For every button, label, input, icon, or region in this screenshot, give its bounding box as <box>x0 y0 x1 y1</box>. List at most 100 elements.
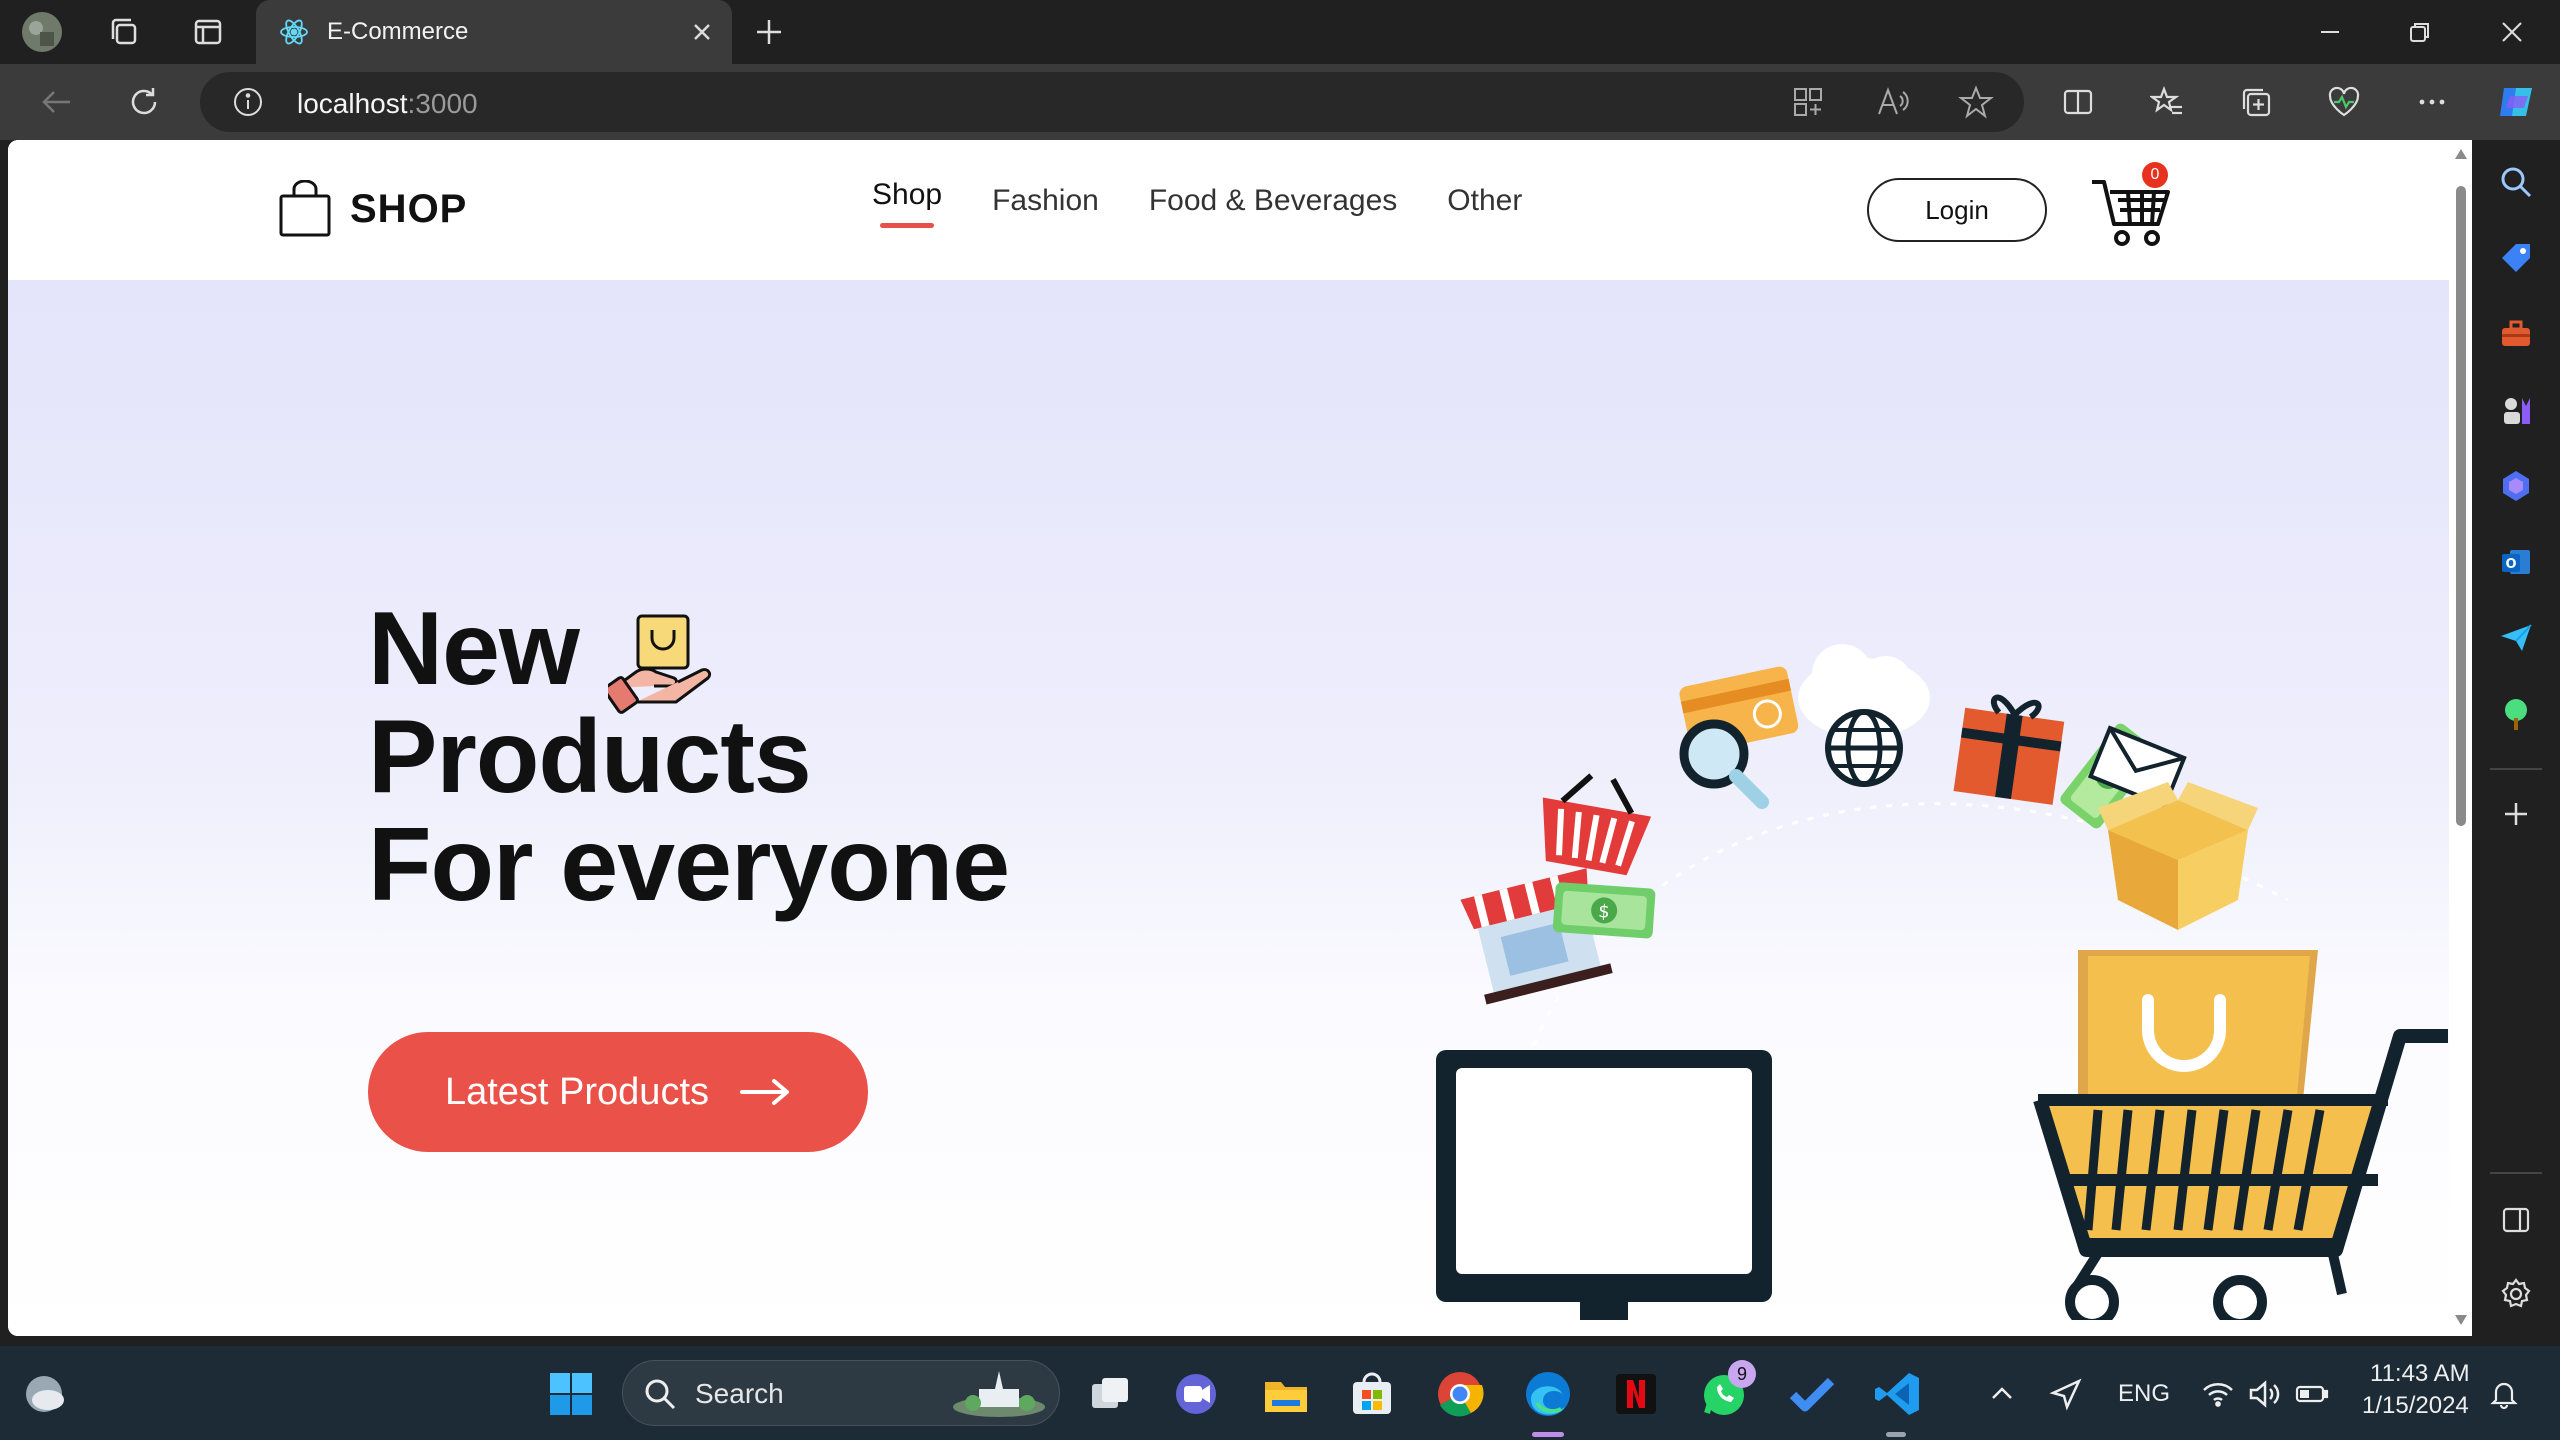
url-text[interactable]: localhost:3000 <box>297 88 478 120</box>
restore-icon[interactable] <box>2390 8 2450 56</box>
send-icon[interactable] <box>2492 614 2540 662</box>
windows-taskbar: Search 9 ENG 11:43 AM 1/15/2024 <box>0 1346 2560 1440</box>
settings-gear-icon[interactable] <box>2492 1270 2540 1318</box>
tab-actions-icon[interactable] <box>184 8 232 56</box>
tab-e-commerce[interactable]: E-Commerce <box>256 0 732 64</box>
todo-icon[interactable] <box>1784 1366 1840 1422</box>
shopping-cart-icon <box>2033 950 2448 1320</box>
latest-products-label: Latest Products <box>444 1070 710 1113</box>
sidebar-divider <box>2490 1172 2542 1174</box>
games-icon[interactable] <box>2492 386 2540 434</box>
ecommerce-illustration: $ <box>1408 640 2458 1320</box>
open-app-indicator <box>1886 1432 1906 1437</box>
scroll-down-icon[interactable] <box>2454 1314 2468 1326</box>
start-windows-icon[interactable] <box>543 1366 599 1422</box>
svg-text:O: O <box>2505 557 2516 572</box>
nav-shop[interactable]: Shop <box>872 178 942 228</box>
active-app-indicator <box>1532 1432 1564 1437</box>
microsoft-store-icon[interactable] <box>1344 1366 1400 1422</box>
monitor-icon <box>1436 1050 1772 1320</box>
gift-icon <box>1953 694 2065 805</box>
favorite-star-icon[interactable] <box>1958 84 1994 120</box>
chrome-icon[interactable] <box>1432 1366 1488 1422</box>
chevron-up-icon[interactable] <box>1974 1366 2030 1422</box>
tools-icon[interactable] <box>2492 310 2540 358</box>
basket-icon <box>1542 773 1652 876</box>
task-view-icon[interactable] <box>1082 1366 1138 1422</box>
workspaces-icon[interactable] <box>100 8 148 56</box>
address-bar[interactable]: localhost:3000 <box>200 72 2024 132</box>
profile-avatar[interactable] <box>18 8 66 56</box>
add-icon[interactable] <box>2492 790 2540 838</box>
more-options-icon[interactable] <box>2408 78 2456 126</box>
search-icon <box>643 1377 677 1411</box>
clock-date[interactable]: 1/15/2024 <box>2362 1392 2469 1420</box>
main-nav: Shop Fashion Food & Beverages Other <box>872 178 1572 228</box>
logo-text: SHOP <box>350 186 468 231</box>
page-viewport: SHOP Shop Fashion Food & Beverages Other… <box>8 140 2472 1336</box>
page-scrollbar[interactable] <box>2449 140 2472 1336</box>
shopping-tag-icon[interactable] <box>2492 234 2540 282</box>
site-info-icon[interactable] <box>232 86 264 118</box>
edge-sidebar: O <box>2472 140 2560 1336</box>
location-arrow-icon[interactable] <box>2038 1366 2094 1422</box>
hero-title-line-3: For everyone <box>368 807 1010 923</box>
edge-icon[interactable] <box>1520 1366 1576 1422</box>
cash-icon: $ <box>1552 882 1656 939</box>
hero-title-line-2: Products <box>368 699 812 815</box>
favorites-icon[interactable] <box>2143 78 2191 126</box>
svg-text:$: $ <box>1598 901 1611 923</box>
clock-time[interactable]: 11:43 AM <box>2370 1360 2470 1388</box>
site-logo[interactable]: SHOP <box>278 180 467 238</box>
file-explorer-icon[interactable] <box>1258 1366 1314 1422</box>
globe-icon <box>1825 709 1903 787</box>
login-button[interactable]: Login <box>1867 178 2047 242</box>
browser-tab-bar: E-Commerce <box>0 0 2560 64</box>
nav-other[interactable]: Other <box>1447 184 1522 218</box>
scroll-up-icon[interactable] <box>2454 148 2468 160</box>
latest-products-button[interactable]: Latest Products <box>368 1032 868 1152</box>
sidebar-divider <box>2490 768 2542 770</box>
hero-title-line-1: New <box>368 591 580 707</box>
outlook-icon[interactable]: O <box>2492 538 2540 586</box>
language-indicator[interactable]: ENG <box>2118 1380 2170 1408</box>
close-tab-icon[interactable] <box>686 16 718 48</box>
copilot-icon[interactable] <box>2492 78 2540 126</box>
notification-bell-icon[interactable] <box>2476 1366 2532 1422</box>
nav-fashion[interactable]: Fashion <box>992 184 1099 218</box>
shopping-bag-icon <box>278 180 332 238</box>
close-window-icon[interactable] <box>2482 8 2542 56</box>
read-aloud-icon[interactable] <box>1875 84 1911 120</box>
site-header: SHOP Shop Fashion Food & Beverages Other… <box>8 140 2472 280</box>
battery-icon[interactable] <box>2284 1366 2340 1422</box>
taskbar-search[interactable]: Search <box>622 1360 1060 1426</box>
whatsapp-badge: 9 <box>1728 1360 1756 1388</box>
tab-title: E-Commerce <box>327 18 469 45</box>
hero-section: New Products For everyone Latest Product… <box>8 280 2472 1336</box>
taskbar-search-label: Search <box>695 1378 784 1409</box>
app-available-icon[interactable] <box>1790 84 1826 120</box>
vscode-icon[interactable] <box>1870 1366 1926 1422</box>
minimize-icon[interactable] <box>2300 8 2360 56</box>
arrow-right-icon <box>739 1077 791 1107</box>
back-icon[interactable] <box>32 78 80 126</box>
search-highlight-icon <box>949 1367 1049 1421</box>
react-favicon-icon <box>278 16 310 48</box>
scroll-thumb[interactable] <box>2456 186 2466 826</box>
teams-icon[interactable] <box>1168 1366 1224 1422</box>
tree-icon[interactable] <box>2492 690 2540 738</box>
browser-essentials-icon[interactable] <box>2320 78 2368 126</box>
weather-icon[interactable] <box>16 1366 72 1422</box>
copilot-sidebar-icon[interactable] <box>2492 462 2540 510</box>
split-screen-icon[interactable] <box>2054 78 2102 126</box>
sidebar-toggle-icon[interactable] <box>2492 1196 2540 1244</box>
browser-toolbar: localhost:3000 <box>0 64 2560 140</box>
search-icon[interactable] <box>2492 158 2540 206</box>
refresh-icon[interactable] <box>120 78 168 126</box>
netflix-icon[interactable] <box>1608 1366 1664 1422</box>
cart-count-badge: 0 <box>2142 162 2168 188</box>
collections-icon[interactable] <box>2232 78 2280 126</box>
box-icon <box>2098 782 2258 930</box>
new-tab-icon[interactable] <box>745 8 793 56</box>
nav-food-beverages[interactable]: Food & Beverages <box>1149 184 1397 218</box>
